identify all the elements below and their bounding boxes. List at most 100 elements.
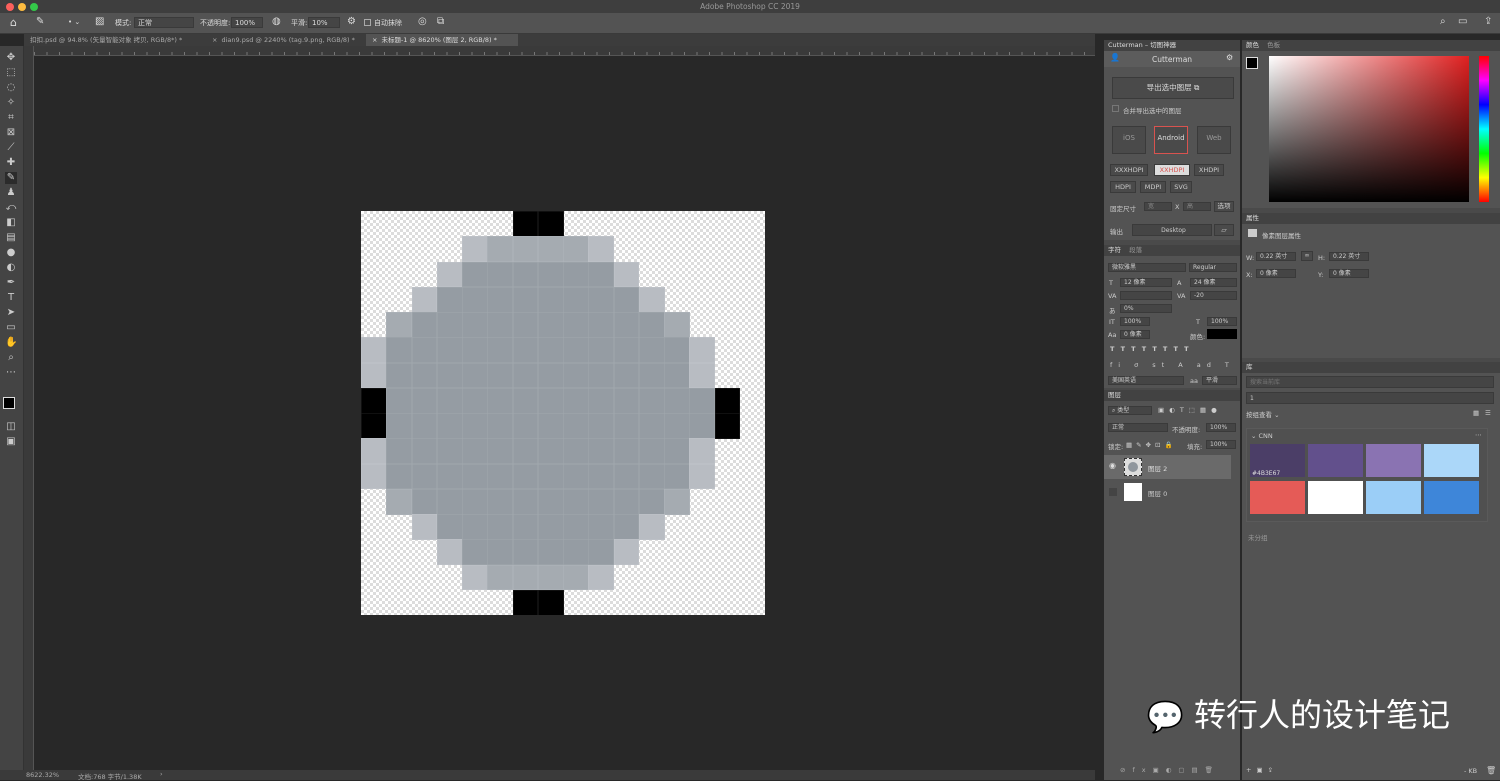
color-swatch[interactable] xyxy=(1424,481,1479,514)
brush-settings-icon[interactable]: ▨ xyxy=(95,16,104,27)
pencil-tool-icon[interactable]: ✎ xyxy=(36,16,44,27)
height-input[interactable]: 高 xyxy=(1183,202,1211,211)
tab-character[interactable]: 字符 xyxy=(1108,246,1121,254)
color-swatch[interactable] xyxy=(1366,444,1421,477)
height-input[interactable]: 0.22 英寸 xyxy=(1329,252,1369,261)
font-family-select[interactable]: 微软雅黑 xyxy=(1108,263,1186,272)
status-menu-icon[interactable]: › xyxy=(160,770,163,778)
trash-icon[interactable]: 🗑 xyxy=(1486,766,1496,775)
dodge-tool-icon[interactable]: ◐ xyxy=(5,262,17,274)
document-canvas[interactable] xyxy=(361,211,765,615)
color-swatch[interactable] xyxy=(1308,481,1363,514)
library-select[interactable]: 1 xyxy=(1246,392,1494,404)
layer-row-0[interactable]: 图层 0 xyxy=(1104,480,1231,504)
color-swatch[interactable] xyxy=(1308,444,1363,477)
dpi-hdpi[interactable]: HDPI xyxy=(1110,181,1136,193)
lock-icons[interactable]: ▦✎✥⊡🔒 xyxy=(1126,441,1177,449)
share-icon[interactable]: ⇪ xyxy=(1484,16,1492,27)
home-icon[interactable]: ⌂ xyxy=(10,16,17,29)
layer-name[interactable]: 图层 2 xyxy=(1148,463,1167,473)
tab-color[interactable]: 颜色 xyxy=(1246,41,1259,49)
opacity-input[interactable]: 100% xyxy=(231,17,263,28)
history-brush-tool-icon[interactable]: ⤺ xyxy=(5,202,17,214)
language-select[interactable]: 美国英语 xyxy=(1108,376,1184,385)
export-selected-button[interactable]: 导出选中图层 ⧉ xyxy=(1112,77,1234,99)
antialias-select[interactable]: 平滑 xyxy=(1202,376,1237,385)
layer-opacity-input[interactable]: 100% xyxy=(1206,423,1236,432)
gear-icon[interactable]: ⚙ xyxy=(347,16,356,27)
color-swatch[interactable] xyxy=(1424,444,1479,477)
eyedropper-tool-icon[interactable]: ⟋ xyxy=(5,142,17,154)
vertical-scale-input[interactable]: 100% xyxy=(1120,317,1150,326)
type-tool-icon[interactable]: T xyxy=(5,292,17,304)
pencil-tool-active-icon[interactable]: ✎ xyxy=(5,172,17,184)
doc-tab-3-active[interactable]: × 未标题-1 @ 8620% (图层 2, RGB/8) * xyxy=(366,34,518,46)
zoom-tool-icon[interactable]: ⌕ xyxy=(5,352,17,364)
platform-web-button[interactable]: Web xyxy=(1197,126,1231,154)
doc-tab-2[interactable]: × dian9.psd @ 2240% (tag.9.png, RGB/8) * xyxy=(206,34,378,46)
tab-close-icon[interactable]: × xyxy=(372,36,377,44)
search-icon[interactable]: ⌕ xyxy=(1440,16,1446,27)
color-field[interactable] xyxy=(1269,56,1469,202)
eye-icon[interactable]: ◉ xyxy=(1109,461,1116,470)
baseline-input[interactable]: 0 像素 xyxy=(1120,330,1150,339)
font-size-input[interactable]: 12 像素 xyxy=(1120,278,1172,287)
library-footer-icons[interactable]: +▣⇪ xyxy=(1246,766,1278,774)
mode-select[interactable]: 正常 xyxy=(134,17,194,28)
move-tool-icon[interactable]: ✥ xyxy=(5,52,17,64)
marquee-tool-icon[interactable]: ⬚ xyxy=(5,67,17,79)
link-icon[interactable]: ∞ xyxy=(1301,251,1313,261)
text-style-buttons[interactable]: TTTTTTTT xyxy=(1110,345,1195,353)
platform-ios-button[interactable]: iOS xyxy=(1112,126,1146,154)
vertical-ruler[interactable] xyxy=(24,46,34,770)
cutterman-tab[interactable]: Cutterman – 切图神器 xyxy=(1104,40,1240,51)
layer-filter-icons[interactable]: ▣◐T⬚▦● xyxy=(1158,406,1222,414)
color-swatch[interactable] xyxy=(1366,481,1421,514)
frame-tool-icon[interactable]: ⊠ xyxy=(5,127,17,139)
pressure-size-icon[interactable]: ◎ xyxy=(418,16,427,27)
dpi-xxxhdpi[interactable]: XXXHDPI xyxy=(1110,164,1148,176)
kerning-input[interactable] xyxy=(1120,291,1172,300)
leading-input[interactable]: 24 像素 xyxy=(1190,278,1237,287)
layer-filter-select[interactable]: ⌕ 类型 xyxy=(1108,406,1152,415)
dpi-svg[interactable]: SVG xyxy=(1170,181,1192,193)
layer-row-2-selected[interactable]: ◉ 图层 2 xyxy=(1104,455,1231,479)
group-name[interactable]: ⌄ CNN xyxy=(1251,432,1273,440)
smooth-input[interactable]: 10% xyxy=(308,17,340,28)
list-view-icon[interactable]: ☰ xyxy=(1485,409,1491,417)
foreground-color-swatch[interactable] xyxy=(3,397,15,409)
lasso-tool-icon[interactable]: ◌ xyxy=(5,82,17,94)
layer-footer-icons[interactable]: ⊘fx▣◐▢▤🗑 xyxy=(1120,766,1220,774)
folder-icon[interactable]: ▱ xyxy=(1214,224,1234,236)
eraser-tool-icon[interactable]: ◧ xyxy=(5,217,17,229)
tab-paragraph[interactable]: 段落 xyxy=(1129,246,1142,254)
dpi-xhdpi[interactable]: XHDPI xyxy=(1194,164,1224,176)
group-menu-icon[interactable]: ⋯ xyxy=(1475,431,1482,439)
more-tools-icon[interactable]: ⋯ xyxy=(5,367,17,379)
doc-tab-1[interactable]: 扣扣.psd @ 94.8% (矢量智能对象 拷贝, RGB/8*) * xyxy=(24,34,221,46)
gradient-tool-icon[interactable]: ▤ xyxy=(5,232,17,244)
libraries-tab[interactable]: 库 xyxy=(1242,362,1500,373)
horizontal-scale-input[interactable]: 100% xyxy=(1207,317,1237,326)
grid-view-icon[interactable]: ▦ xyxy=(1473,409,1479,417)
gear-icon[interactable]: ⚙ xyxy=(1226,53,1233,62)
layer-name[interactable]: 图层 0 xyxy=(1148,488,1167,498)
text-color-swatch[interactable] xyxy=(1207,329,1237,339)
dpi-mdpi[interactable]: MDPI xyxy=(1140,181,1166,193)
layers-tab[interactable]: 图层 xyxy=(1104,390,1240,401)
brush-size-picker[interactable]: • ⌄ xyxy=(68,18,80,26)
platform-android-button[interactable]: Android xyxy=(1154,126,1188,154)
output-select[interactable]: Desktop xyxy=(1132,224,1212,236)
visibility-toggle[interactable] xyxy=(1109,488,1117,496)
rectangle-tool-icon[interactable]: ▭ xyxy=(5,322,17,334)
blend-mode-select[interactable]: 正常 xyxy=(1108,423,1168,432)
dpi-xxhdpi[interactable]: XXHDPI xyxy=(1154,164,1190,176)
hue-slider[interactable] xyxy=(1479,56,1489,202)
foreground-color-chip[interactable] xyxy=(1246,57,1258,69)
library-search-input[interactable]: 搜索当前库 xyxy=(1246,376,1494,388)
width-input[interactable]: 0.22 英寸 xyxy=(1256,252,1296,261)
screen-mode-icon[interactable]: ▣ xyxy=(5,436,17,448)
blur-tool-icon[interactable]: ● xyxy=(5,247,17,259)
options-button[interactable]: 选项 xyxy=(1214,201,1234,212)
font-style-select[interactable]: Regular xyxy=(1189,263,1237,272)
